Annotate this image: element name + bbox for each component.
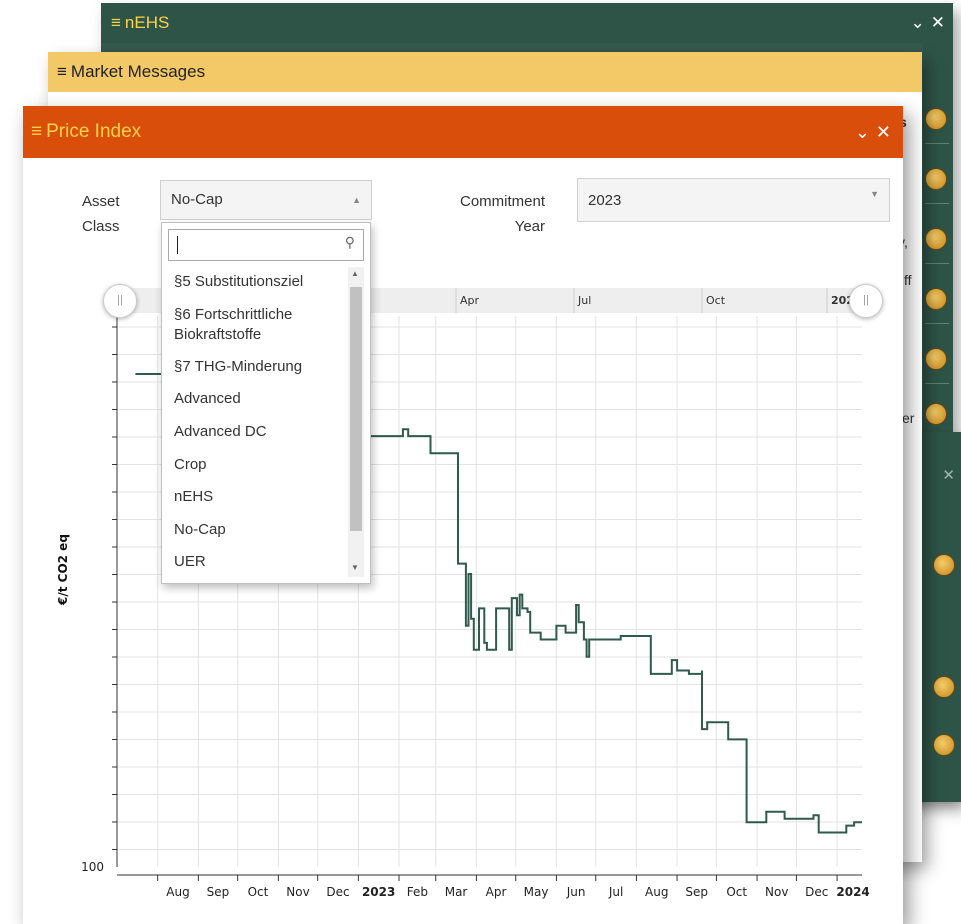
x-tick-label: Jul — [608, 885, 623, 899]
scroll-down-icon[interactable]: ▼ — [351, 563, 359, 572]
x-tick-label: Nov — [286, 885, 309, 899]
x-tick-label: Dec — [805, 885, 828, 899]
scrollbar-thumb[interactable] — [350, 287, 362, 531]
dropdown-scrollbar[interactable]: ▲ ▼ — [348, 267, 364, 577]
x-tick-label: Sep — [207, 885, 230, 899]
x-tick-label: 2023 — [362, 885, 395, 899]
x-tick-label: Aug — [645, 885, 668, 899]
navigator-right-handle[interactable]: || — [849, 284, 883, 318]
x-tick-label: Aug — [166, 885, 189, 899]
y-tick-label: 100 — [81, 860, 104, 874]
navigator-left-handle[interactable]: || — [103, 284, 137, 318]
dropdown-search-input[interactable]: ⚲ — [168, 229, 364, 261]
x-tick-label: Sep — [685, 885, 708, 899]
dropdown-option[interactable]: Advanced — [174, 389, 344, 409]
dropdown-option[interactable]: No-Cap — [174, 520, 344, 540]
x-tick-label: Oct — [726, 885, 747, 899]
dropdown-option[interactable]: nEHS — [174, 487, 344, 507]
x-tick-label: 2024 — [836, 885, 869, 899]
dropdown-option[interactable]: §7 THG-Minderung — [174, 357, 344, 377]
search-icon: ⚲ — [344, 234, 355, 250]
x-tick-label: Dec — [326, 885, 349, 899]
price-chart: Apr Jul Oct 202 Aug Sep Oct Nov Dec 2023 Feb Mar Ap… — [56, 288, 870, 899]
x-tick-label: Nov — [765, 885, 788, 899]
dropdown-option[interactable]: Crop — [174, 455, 344, 475]
navigator-tick-label: Jul — [577, 294, 591, 307]
x-tick-label: May — [524, 885, 549, 899]
dropdown-option[interactable]: §6 Fortschrittliche Biokraftstoffe — [174, 305, 344, 345]
x-tick-label: Apr — [486, 885, 507, 899]
y-axis-label: €/t CO2 eq — [56, 534, 70, 606]
x-tick-label: Jun — [566, 885, 586, 899]
x-axis: Aug Sep Oct Nov Dec 2023 Feb Mar Apr May Jun Jul Aug… — [117, 874, 870, 899]
dropdown-option[interactable]: UER — [174, 552, 344, 572]
x-tick-label: Feb — [407, 885, 428, 899]
y-axis: 100 — [81, 316, 118, 874]
asset-class-dropdown: ⚲ §5 Substitutionsziel §6 Fortschrittlic… — [161, 222, 371, 584]
text-caret — [177, 236, 178, 254]
navigator-tick-label: Apr — [460, 294, 480, 307]
scroll-up-icon[interactable]: ▲ — [351, 269, 359, 278]
dropdown-option[interactable]: Advanced DC — [174, 422, 344, 442]
x-tick-label: Oct — [248, 885, 269, 899]
navigator-tick-label: Oct — [706, 294, 726, 307]
dropdown-option[interactable]: §5 Substitutionsziel — [174, 272, 344, 292]
x-tick-label: Mar — [445, 885, 468, 899]
